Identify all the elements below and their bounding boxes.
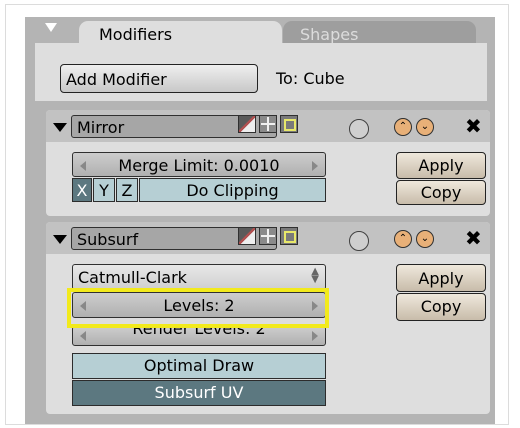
move-down-icon[interactable]: ⌄ (416, 118, 434, 136)
subsurf-uv-toggle[interactable]: Subsurf UV (72, 380, 326, 406)
copy-button[interactable]: Copy (396, 180, 486, 205)
on-cage-toggle-icon[interactable] (349, 231, 369, 251)
move-up-icon[interactable]: ⌃ (394, 118, 412, 136)
on-cage-toggle-icon[interactable] (349, 119, 369, 139)
increment-arrow-icon[interactable] (312, 161, 318, 171)
mirror-modifier-panel: Mirror ⌃ ⌄ ✖ Merge Limit: 0.0010 X Y Z D… (46, 110, 490, 216)
do-clipping-toggle[interactable]: Do Clipping (139, 178, 326, 202)
axis-y-toggle[interactable]: Y (93, 178, 115, 202)
mirror-header: Mirror ⌃ ⌄ ✖ (46, 110, 490, 142)
apply-button[interactable]: Apply (396, 264, 486, 292)
move-up-icon[interactable]: ⌃ (394, 230, 412, 248)
expand-triangle-icon[interactable] (53, 123, 67, 132)
copy-button[interactable]: Copy (396, 293, 486, 321)
axis-x-toggle[interactable]: X (72, 178, 92, 202)
subdivision-type-value: Catmull-Clark (78, 268, 187, 287)
tab-modifiers[interactable]: Modifiers (79, 21, 282, 44)
target-object-label: To: Cube (276, 69, 345, 88)
subsurf-header: Subsurf ⌃ ⌄ ✖ (46, 222, 490, 254)
expand-triangle-icon[interactable] (53, 235, 67, 244)
apply-button[interactable]: Apply (396, 152, 486, 179)
tab-shapes[interactable]: Shapes (283, 21, 476, 44)
add-modifier-button[interactable]: Add Modifier (60, 64, 258, 93)
editmode-toggle-icon[interactable] (259, 115, 277, 133)
decrement-arrow-icon[interactable] (80, 161, 86, 171)
cage-toggle-icon[interactable] (280, 115, 298, 133)
merge-limit-label: Merge Limit: 0.0010 (118, 156, 280, 175)
cage-toggle-icon[interactable] (280, 227, 298, 245)
levels-highlight-box (67, 288, 329, 328)
move-down-icon[interactable]: ⌄ (416, 230, 434, 248)
axis-z-toggle[interactable]: Z (116, 178, 138, 202)
optimal-draw-toggle[interactable]: Optimal Draw (72, 353, 326, 379)
panel-collapse-icon[interactable] (45, 23, 57, 32)
editmode-toggle-icon[interactable] (259, 227, 277, 245)
remove-modifier-icon[interactable]: ✖ (465, 114, 482, 138)
render-toggle-icon[interactable] (238, 227, 256, 245)
increment-arrow-icon[interactable] (312, 331, 318, 341)
decrement-arrow-icon[interactable] (80, 331, 86, 341)
remove-modifier-icon[interactable]: ✖ (465, 226, 482, 250)
render-levels-field[interactable]: Render Levels: 2 (72, 326, 326, 346)
select-arrows-icon: ▲ ▼ (311, 266, 319, 285)
merge-limit-field[interactable]: Merge Limit: 0.0010 (72, 152, 326, 177)
render-toggle-icon[interactable] (238, 115, 256, 133)
subdivision-type-select[interactable]: Catmull-Clark ▲ ▼ (72, 264, 326, 290)
